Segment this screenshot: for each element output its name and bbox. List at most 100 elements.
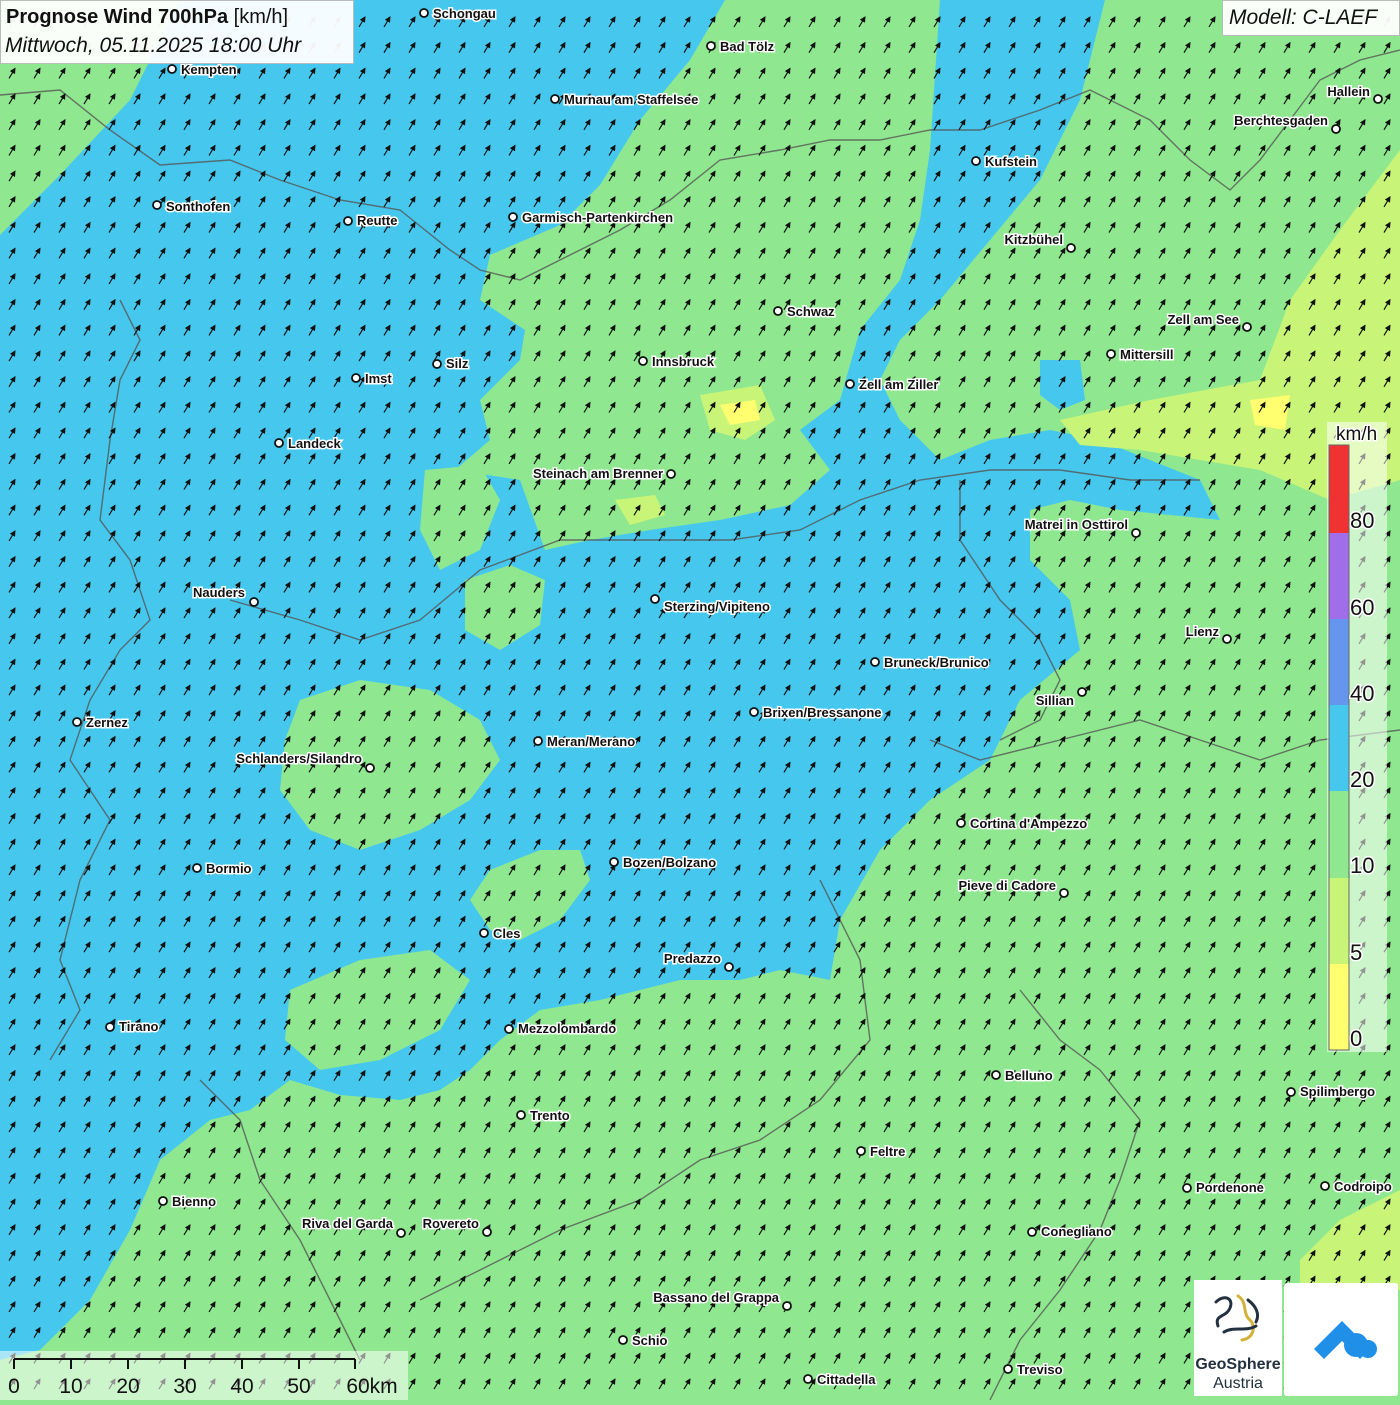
city-label: Tirano (119, 1019, 159, 1034)
scale-tick: 20 (116, 1375, 139, 1398)
city-dot (749, 707, 759, 717)
scale-tick: 60km (346, 1375, 397, 1398)
city-dot (706, 41, 716, 51)
city-label: Mittersill (1120, 347, 1173, 362)
map-title-main: Prognose Wind 700hPa (6, 6, 229, 28)
city-label: Bienno (172, 1194, 216, 1209)
city-dot (396, 1228, 406, 1238)
city-dot (158, 1196, 168, 1206)
city-dot (638, 356, 648, 366)
city-label: Riva del Garda (302, 1216, 394, 1231)
city-dot (1131, 528, 1141, 538)
city-label: Brixen/Bressanone (763, 705, 882, 720)
city-dot (956, 818, 966, 828)
city-dot (192, 863, 202, 873)
city-dot (609, 857, 619, 867)
city-label: Schio (632, 1333, 667, 1348)
city-dot (351, 373, 361, 383)
city-dot (479, 928, 489, 938)
city-dot (249, 597, 259, 607)
city-dot (432, 359, 442, 369)
wind-map[interactable]: Schongau Bad Tölz Kempten Murnau am Staffel… (0, 0, 1400, 1400)
city-dot (856, 1146, 866, 1156)
city-label: Matrei in Osttirol (1025, 517, 1128, 532)
city-dot (1066, 243, 1076, 253)
city-label: Steinach am Brenner (533, 466, 663, 481)
scale-tick: 10 (59, 1375, 82, 1398)
city-label: Feltre (870, 1144, 905, 1159)
forecast-datetime: Mittwoch, 05.11.2025 18:00 Uhr (5, 34, 302, 57)
city-label: Bad Tölz (720, 39, 775, 54)
city-label: Landeck (288, 436, 342, 451)
city-label: Sillian (1036, 693, 1074, 708)
city-label: Pieve di Cadore (958, 878, 1056, 893)
scale-tick: 0 (8, 1375, 20, 1398)
city-dot (1320, 1181, 1330, 1191)
city-label: Hallein (1327, 84, 1370, 99)
city-label: Garmisch-Partenkirchen (522, 210, 673, 225)
legend-tick: 0 (1350, 1026, 1362, 1051)
city-label: Bassano del Grappa (653, 1290, 779, 1305)
city-label: Zell am Ziller (859, 377, 938, 392)
city-label: Reutte (357, 213, 397, 228)
city-label: Codroipo (1334, 1179, 1392, 1194)
city-label: Lienz (1186, 624, 1220, 639)
model-name: Modell: C-LAEF (1229, 6, 1378, 29)
city-dot (152, 200, 162, 210)
city-label: Schwaz (787, 304, 835, 319)
legend-tick: 20 (1350, 767, 1374, 792)
city-label: Bormio (206, 861, 252, 876)
city-label: Sterzing/Vipiteno (664, 599, 770, 614)
city-label: Zell am See (1167, 312, 1239, 327)
city-dot (482, 1227, 492, 1237)
city-label: Cles (493, 926, 520, 941)
city-label: Bozen/Bolzano (623, 855, 716, 870)
city-dot (516, 1110, 526, 1120)
city-dot (550, 94, 560, 104)
legend-tick: 60 (1350, 595, 1374, 620)
city-label: Cittadella (817, 1372, 876, 1387)
city-dot (782, 1301, 792, 1311)
city-dot (971, 156, 981, 166)
city-label: Mezzolombardo (518, 1021, 616, 1036)
city-label: Schongau (433, 6, 496, 21)
city-dot (504, 1024, 514, 1034)
city-label: Bruneck/Brunico (884, 655, 989, 670)
city-label: Spilimbergo (1300, 1084, 1375, 1099)
city-dot (1242, 322, 1252, 332)
city-label: Belluno (1005, 1068, 1053, 1083)
city-label: Meran/Merano (547, 734, 635, 749)
city-dot (508, 212, 518, 222)
city-dot (724, 962, 734, 972)
geosphere-name: GeoSphere (1195, 1356, 1281, 1373)
city-label: Silz (446, 356, 469, 371)
weather-app-logo[interactable] (1284, 1283, 1398, 1396)
geosphere-logo[interactable]: GeoSphere Austria (1194, 1280, 1282, 1396)
city-label: Schlanders/Silandro (236, 751, 362, 766)
city-label: Imst (365, 371, 392, 386)
city-label: Kempten (181, 62, 237, 77)
map-title: Prognose Wind 700hPa [km/h] (6, 6, 288, 29)
city-label: Rovereto (423, 1216, 479, 1231)
city-dot (1077, 687, 1087, 697)
legend-tick: 40 (1350, 681, 1374, 706)
city-dot (666, 469, 676, 479)
scale-tick: 30 (173, 1375, 196, 1398)
weather-app-icon (1314, 1321, 1377, 1359)
city-dot (419, 8, 429, 18)
city-label: Pordenone (1196, 1180, 1264, 1195)
city-dot (991, 1070, 1001, 1080)
city-dot (870, 657, 880, 667)
legend-tick: 10 (1350, 853, 1374, 878)
city-dot (105, 1022, 115, 1032)
city-label: Berchtesgaden (1234, 113, 1328, 128)
city-label: Sonthofen (166, 199, 230, 214)
city-dot (1373, 94, 1383, 104)
city-dot (1222, 634, 1232, 644)
city-dot (1106, 349, 1116, 359)
city-dot (618, 1335, 628, 1345)
geosphere-country: Austria (1213, 1375, 1263, 1392)
city-label: Cortina d'Ampezzo (970, 816, 1087, 831)
city-dot (845, 379, 855, 389)
city-dot (1003, 1364, 1013, 1374)
